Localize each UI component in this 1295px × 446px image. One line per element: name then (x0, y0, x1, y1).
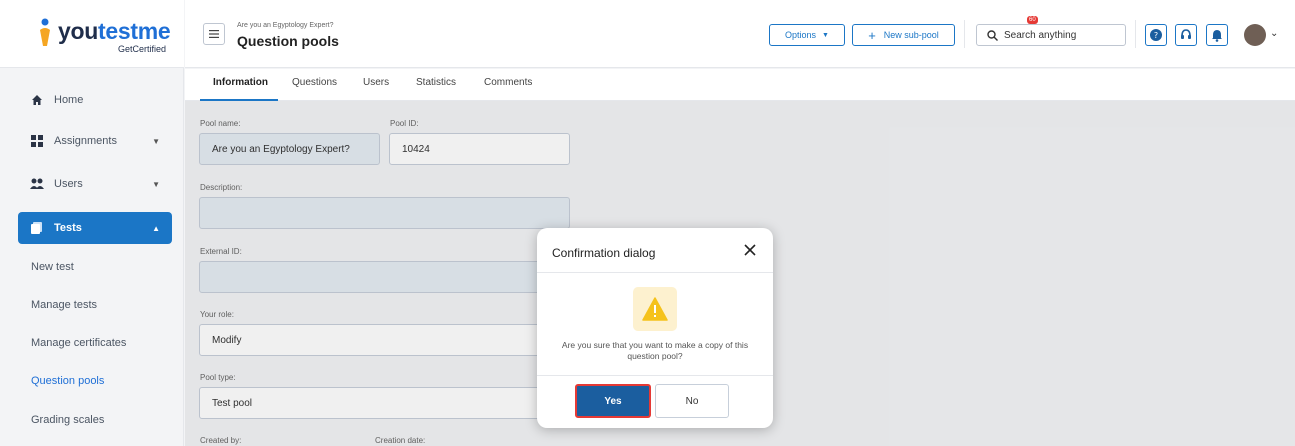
tab-comments[interactable]: Comments (484, 77, 532, 88)
tab-statistics[interactable]: Statistics (416, 77, 456, 88)
avatar[interactable] (1244, 24, 1266, 46)
tab-information[interactable]: Information (213, 77, 268, 88)
header: Are you an Egyptology Expert? Question p… (185, 0, 1295, 68)
tab-users[interactable]: Users (363, 77, 389, 88)
logo-text: youtestme (58, 18, 171, 44)
confirmation-dialog: Confirmation dialog Are you sure that yo… (537, 228, 773, 428)
sidebar-item-label: Users (54, 178, 83, 190)
chevron-down-icon: ▼ (152, 137, 160, 146)
sidebar-item-label: Tests (54, 222, 82, 234)
search-input[interactable]: Search anything (976, 24, 1126, 46)
sidebar: youtestme GetCertified Home Assignments … (0, 0, 184, 446)
close-icon[interactable] (743, 243, 757, 257)
sidebar-item-assignments[interactable]: Assignments ▼ (18, 125, 172, 157)
logo[interactable]: youtestme GetCertified (0, 0, 184, 68)
chevron-up-icon: ▲ (152, 224, 160, 233)
dialog-message: Are you sure that you want to make a cop… (561, 340, 749, 361)
sidebar-item-home[interactable]: Home (18, 84, 172, 116)
sidebar-item-label: Home (54, 94, 84, 106)
chevron-down-icon: ▼ (822, 31, 829, 39)
chevron-down-icon[interactable]: ⌄ (1270, 28, 1278, 39)
breadcrumb[interactable]: Are you an Egyptology Expert? (237, 22, 334, 29)
dialog-divider (537, 272, 773, 273)
plus-icon: + (868, 27, 876, 43)
sidebar-item-label: Assignments (54, 135, 117, 147)
svg-text:?: ? (1154, 31, 1158, 40)
warning-icon-box (633, 287, 677, 331)
sidebar-item-tests[interactable]: Tests ▲ (18, 212, 172, 244)
notifications-button[interactable] (1206, 24, 1228, 46)
dialog-divider (537, 375, 773, 376)
sidebar-subitem-new-test[interactable]: New test (31, 261, 74, 273)
options-button[interactable]: Options ▼ (769, 24, 845, 46)
grid-icon (30, 134, 44, 148)
tab-bar: Information Questions Users Statistics C… (185, 69, 1295, 101)
dialog-title: Confirmation dialog (552, 246, 656, 260)
sidebar-subitem-manage-tests[interactable]: Manage tests (31, 299, 97, 311)
help-button[interactable]: ? (1145, 24, 1167, 46)
menu-button[interactable] (203, 23, 225, 45)
tests-icon (30, 221, 44, 235)
yes-button[interactable]: Yes (575, 384, 651, 418)
page-title: Question pools (237, 33, 339, 49)
tab-questions[interactable]: Questions (292, 77, 337, 88)
header-divider (1135, 20, 1136, 48)
sidebar-subitem-grading-scales[interactable]: Grading scales (31, 414, 104, 426)
logo-tagline: GetCertified (118, 44, 167, 54)
logo-icon (40, 18, 50, 46)
bell-icon (1212, 29, 1222, 42)
no-button[interactable]: No (655, 384, 729, 418)
header-divider (964, 20, 965, 48)
users-icon (30, 177, 44, 191)
sidebar-subitem-question-pools[interactable]: Question pools (31, 375, 104, 387)
sidebar-item-users[interactable]: Users ▼ (18, 168, 172, 200)
chevron-down-icon: ▼ (152, 180, 160, 189)
home-icon (30, 93, 44, 107)
support-button[interactable] (1175, 24, 1197, 46)
warning-icon (642, 297, 668, 321)
help-icon: ? (1150, 29, 1162, 41)
hamburger-icon (209, 30, 219, 38)
headset-icon (1181, 29, 1191, 39)
new-subpool-button[interactable]: + New sub-pool (852, 24, 955, 46)
notification-badge: 60 (1027, 16, 1038, 24)
sidebar-subitem-manage-certificates[interactable]: Manage certificates (31, 337, 126, 349)
search-icon (987, 29, 998, 41)
